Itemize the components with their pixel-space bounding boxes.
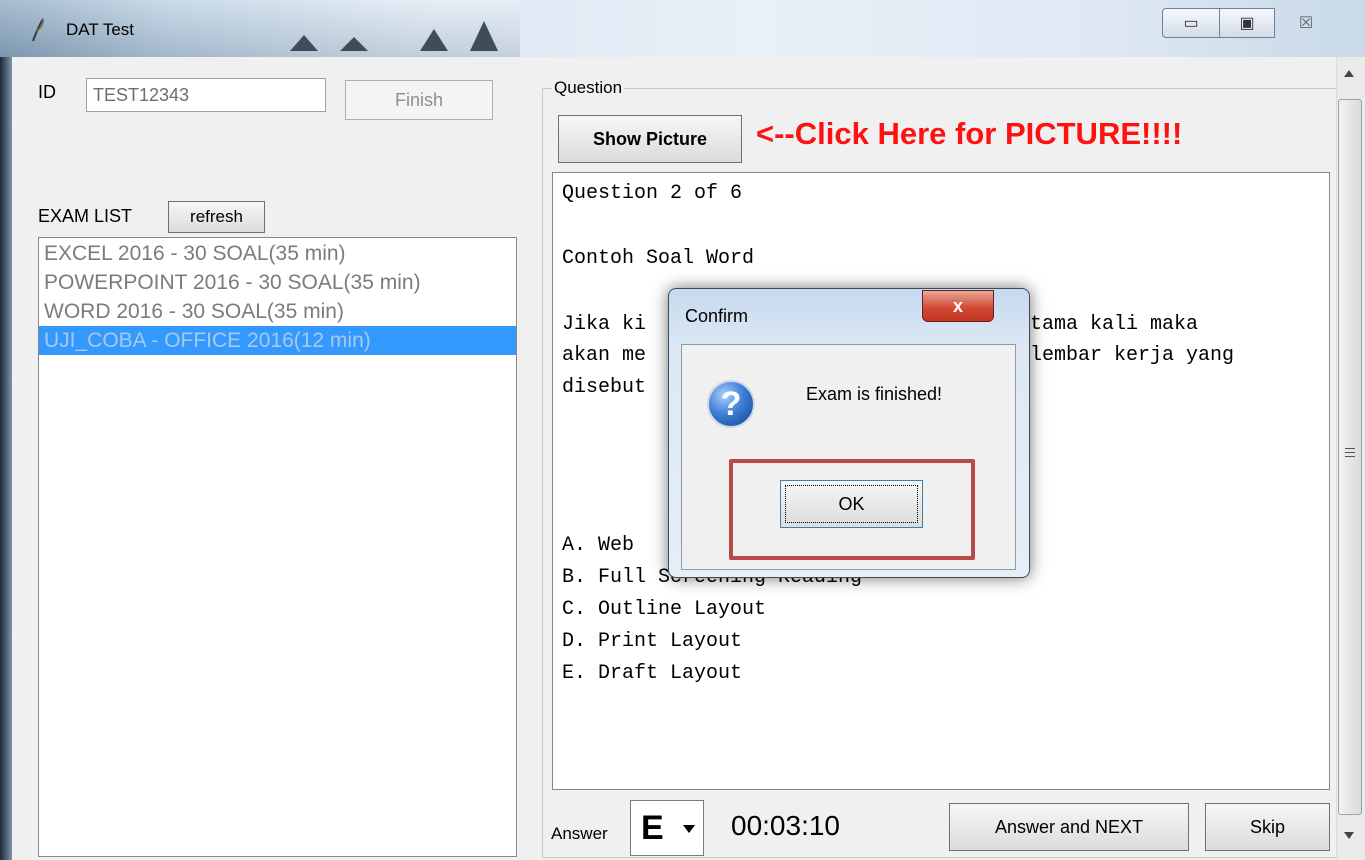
list-item[interactable]: EXCEL 2016 - 30 SOAL(35 min) — [39, 239, 516, 268]
answer-label: Answer — [551, 824, 608, 843]
question-body-line: akan me — [562, 344, 647, 367]
scroll-grip-icon — [1345, 448, 1355, 457]
scroll-down-arrow-icon[interactable] — [1344, 832, 1354, 839]
app-feather-icon — [32, 18, 44, 42]
skip-button[interactable]: Skip — [1205, 803, 1330, 851]
background-tree — [340, 37, 368, 51]
window-title: DAT Test — [66, 20, 135, 39]
id-label: ID — [38, 82, 56, 102]
id-field[interactable] — [86, 78, 326, 112]
dialog-title: Confirm — [685, 306, 749, 326]
answer-option: A. Web — [562, 534, 635, 557]
maximize-button[interactable]: ▣ — [1219, 8, 1275, 38]
window-frame-edge — [0, 57, 12, 860]
list-item[interactable]: POWERPOINT 2016 - 30 SOAL(35 min) — [39, 268, 516, 297]
refresh-button[interactable]: refresh — [168, 201, 265, 233]
answer-selected-value: E — [641, 809, 664, 847]
background-tree — [470, 21, 498, 51]
countdown-timer: 00:03:10 — [731, 810, 840, 841]
close-button[interactable]: ☒ — [1274, 8, 1338, 38]
dialog-close-button[interactable]: x — [922, 290, 994, 322]
question-body-line: lembar kerja yang — [1030, 344, 1235, 367]
question-icon: ? — [707, 380, 755, 428]
question-body-line: Jika ki — [562, 313, 647, 336]
scrollbar-thumb[interactable] — [1338, 99, 1362, 815]
chevron-down-icon[interactable] — [683, 825, 695, 833]
answer-select[interactable]: E — [630, 800, 704, 856]
picture-hint: <--Click Here for PICTURE!!!! — [756, 116, 1183, 151]
question-group-label: Question — [552, 78, 625, 98]
minimize-button[interactable]: ▭ — [1162, 8, 1220, 38]
exam-list[interactable]: EXCEL 2016 - 30 SOAL(35 min) POWERPOINT … — [38, 237, 517, 857]
dialog-message: Exam is finished! — [806, 384, 943, 404]
question-counter: Question 2 of 6 — [562, 182, 743, 205]
answer-and-next-button[interactable]: Answer and NEXT — [949, 803, 1189, 851]
exam-list-label: EXAM LIST — [38, 206, 133, 226]
question-heading: Contoh Soal Word — [562, 247, 755, 270]
background-tree — [290, 35, 318, 51]
ok-button-label: OK — [785, 485, 918, 523]
finish-button[interactable]: Finish — [345, 80, 493, 120]
scroll-up-arrow-icon[interactable] — [1344, 70, 1354, 77]
title-bar — [0, 0, 1365, 57]
list-item[interactable]: WORD 2016 - 30 SOAL(35 min) — [39, 297, 516, 326]
answer-option: D. Print Layout — [562, 630, 743, 653]
question-body-line: tama kali maka — [1030, 313, 1199, 336]
background-tree — [420, 29, 448, 51]
answer-option: E. Draft Layout — [562, 662, 743, 685]
ok-button[interactable]: OK — [780, 480, 923, 528]
question-body-line: disebut — [562, 376, 647, 399]
list-item-selected[interactable]: UJI_COBA - OFFICE 2016(12 min) — [39, 326, 516, 355]
answer-option: C. Outline Layout — [562, 598, 767, 621]
show-picture-button[interactable]: Show Picture — [558, 115, 742, 163]
